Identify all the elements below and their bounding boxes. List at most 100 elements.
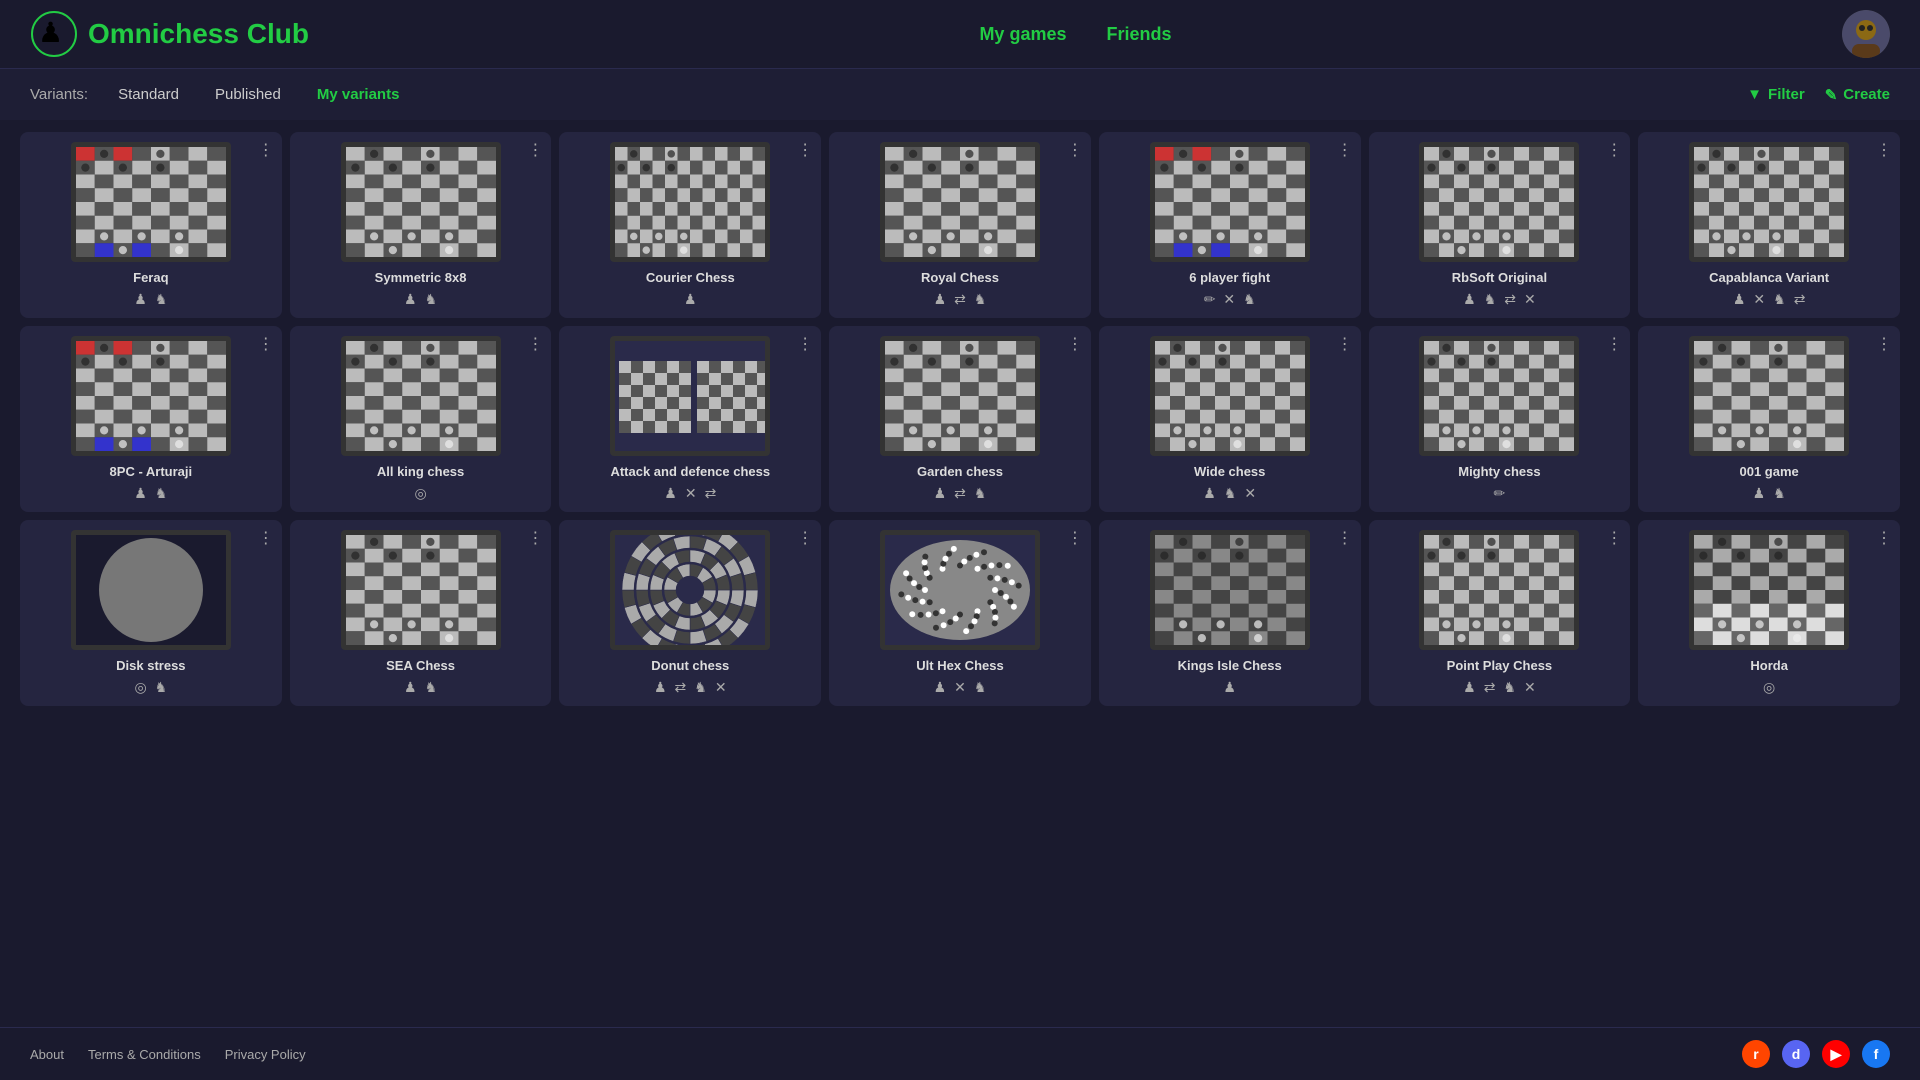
card-menu-9[interactable]: ⋮ (797, 334, 813, 354)
reddit-icon[interactable]: r (1742, 1040, 1770, 1068)
board-preview-11 (1150, 336, 1310, 456)
variant-icon-3-0: ♟ (934, 291, 947, 308)
card-menu-7[interactable]: ⋮ (258, 334, 274, 354)
variant-icon-5-1: ♞ (1484, 291, 1497, 308)
card-menu-8[interactable]: ⋮ (527, 334, 543, 354)
board-preview-17 (880, 530, 1040, 650)
footer-about[interactable]: About (30, 1047, 64, 1062)
variant-icon-7-1: ♞ (155, 485, 168, 502)
variant-icons-19: ♟⇄♞✕ (1463, 679, 1536, 696)
footer: About Terms & Conditions Privacy Policy … (0, 1027, 1920, 1080)
variant-icon-11-2: ✕ (1244, 485, 1256, 502)
card-menu-0[interactable]: ⋮ (258, 140, 274, 160)
variant-card-17[interactable]: ⋮Ult Hex Chess♟✕♞ (829, 520, 1091, 706)
variant-card-7[interactable]: ⋮8PC - Arturaji♟♞ (20, 326, 282, 512)
variant-card-5[interactable]: ⋮RbSoft Original♟♞⇄✕ (1369, 132, 1631, 318)
youtube-icon[interactable]: ▶ (1822, 1040, 1850, 1068)
card-menu-13[interactable]: ⋮ (1876, 334, 1892, 354)
card-menu-12[interactable]: ⋮ (1606, 334, 1622, 354)
discord-icon[interactable]: d (1782, 1040, 1810, 1068)
user-avatar[interactable] (1842, 10, 1890, 58)
variant-icons-11: ♟♞✕ (1203, 485, 1256, 502)
card-menu-15[interactable]: ⋮ (527, 528, 543, 548)
board-preview-3 (880, 142, 1040, 262)
tab-published[interactable]: Published (201, 81, 295, 108)
footer-privacy[interactable]: Privacy Policy (225, 1047, 306, 1062)
nav-links: My games Friends (979, 24, 1171, 45)
variant-icons-1: ♟♞ (404, 291, 437, 308)
variant-icon-5-0: ♟ (1463, 291, 1476, 308)
variant-icon-3-1: ⇄ (954, 291, 966, 308)
variant-card-9[interactable]: ⋮Attack and defence chess♟✕⇄ (559, 326, 821, 512)
card-menu-5[interactable]: ⋮ (1606, 140, 1622, 160)
variant-icon-10-2: ♞ (974, 485, 987, 502)
board-preview-16 (610, 530, 770, 650)
variants-label: Variants: (30, 86, 88, 103)
card-menu-6[interactable]: ⋮ (1876, 140, 1892, 160)
variant-card-15[interactable]: ⋮SEA Chess♟♞ (290, 520, 552, 706)
variant-name-18: Kings Isle Chess (1178, 658, 1282, 673)
card-menu-10[interactable]: ⋮ (1067, 334, 1083, 354)
variant-card-1[interactable]: ⋮Symmetric 8x8♟♞ (290, 132, 552, 318)
variant-icon-9-0: ♟ (664, 485, 677, 502)
variant-card-6[interactable]: ⋮Capablanca Variant♟✕♞⇄ (1638, 132, 1900, 318)
card-menu-4[interactable]: ⋮ (1337, 140, 1353, 160)
variant-card-16[interactable]: ⋮Donut chess♟⇄♞✕ (559, 520, 821, 706)
variant-name-13: 001 game (1740, 464, 1799, 479)
facebook-icon[interactable]: f (1862, 1040, 1890, 1068)
variant-card-12[interactable]: ⋮Mighty chess✏ (1369, 326, 1631, 512)
variant-card-8[interactable]: ⋮All king chess◎ (290, 326, 552, 512)
board-preview-12 (1419, 336, 1579, 456)
tabs-bar: Variants: Standard Published My variants… (0, 69, 1920, 120)
card-menu-16[interactable]: ⋮ (797, 528, 813, 548)
variant-icon-6-3: ⇄ (1794, 291, 1806, 308)
card-menu-3[interactable]: ⋮ (1067, 140, 1083, 160)
card-menu-14[interactable]: ⋮ (258, 528, 274, 548)
card-menu-20[interactable]: ⋮ (1876, 528, 1892, 548)
card-menu-1[interactable]: ⋮ (527, 140, 543, 160)
variant-icon-6-2: ♞ (1773, 291, 1786, 308)
variant-icon-1-1: ♞ (425, 291, 438, 308)
logo-area: ♟ Omnichess Club (30, 10, 309, 58)
board-preview-7 (71, 336, 231, 456)
variant-name-15: SEA Chess (386, 658, 455, 673)
card-menu-2[interactable]: ⋮ (797, 140, 813, 160)
variant-icons-17: ♟✕♞ (934, 679, 987, 696)
board-preview-13 (1689, 336, 1849, 456)
variant-icons-14: ◎♞ (134, 679, 167, 696)
tab-my-variants[interactable]: My variants (303, 81, 414, 108)
filter-button[interactable]: ▼ Filter (1747, 86, 1805, 103)
variant-card-2[interactable]: ⋮Courier Chess♟ (559, 132, 821, 318)
variant-name-14: Disk stress (116, 658, 185, 673)
variant-card-18[interactable]: ⋮ Kings Isle Chess ♟ (1099, 520, 1361, 706)
variant-card-19[interactable]: ⋮Point Play Chess♟⇄♞✕ (1369, 520, 1631, 706)
variant-icon-13-1: ♞ (1773, 485, 1786, 502)
tab-standard[interactable]: Standard (104, 81, 193, 108)
nav-friends[interactable]: Friends (1106, 24, 1171, 45)
variant-name-4: 6 player fight (1189, 270, 1270, 285)
card-menu-18[interactable]: ⋮ (1337, 528, 1353, 548)
card-menu-19[interactable]: ⋮ (1606, 528, 1622, 548)
variant-icon-15-0: ♟ (404, 679, 417, 696)
variant-card-13[interactable]: ⋮ 001 game ♟♞ (1638, 326, 1900, 512)
card-menu-11[interactable]: ⋮ (1337, 334, 1353, 354)
variant-card-0[interactable]: ⋮Feraq♟♞ (20, 132, 282, 318)
variant-icons-13: ♟♞ (1753, 485, 1786, 502)
footer-terms[interactable]: Terms & Conditions (88, 1047, 201, 1062)
variant-card-14[interactable]: ⋮ Disk stress ◎♞ (20, 520, 282, 706)
variant-card-3[interactable]: ⋮Royal Chess♟⇄♞ (829, 132, 1091, 318)
variant-card-11[interactable]: ⋮Wide chess♟♞✕ (1099, 326, 1361, 512)
create-button[interactable]: ✎ Create (1825, 86, 1890, 104)
variant-icon-5-2: ⇄ (1504, 291, 1516, 308)
variant-icon-16-2: ♞ (694, 679, 707, 696)
card-menu-17[interactable]: ⋮ (1067, 528, 1083, 548)
variant-card-20[interactable]: ⋮Horda◎ (1638, 520, 1900, 706)
nav-my-games[interactable]: My games (979, 24, 1066, 45)
variant-name-10: Garden chess (917, 464, 1003, 479)
variant-icons-18: ♟ (1223, 679, 1236, 696)
variant-card-10[interactable]: ⋮Garden chess♟⇄♞ (829, 326, 1091, 512)
variant-icons-4: ✏✕♞ (1204, 291, 1256, 308)
variant-card-4[interactable]: ⋮ 6 player fight ✏✕♞ (1099, 132, 1361, 318)
variant-icon-19-0: ♟ (1463, 679, 1476, 696)
variant-icon-17-0: ♟ (934, 679, 947, 696)
